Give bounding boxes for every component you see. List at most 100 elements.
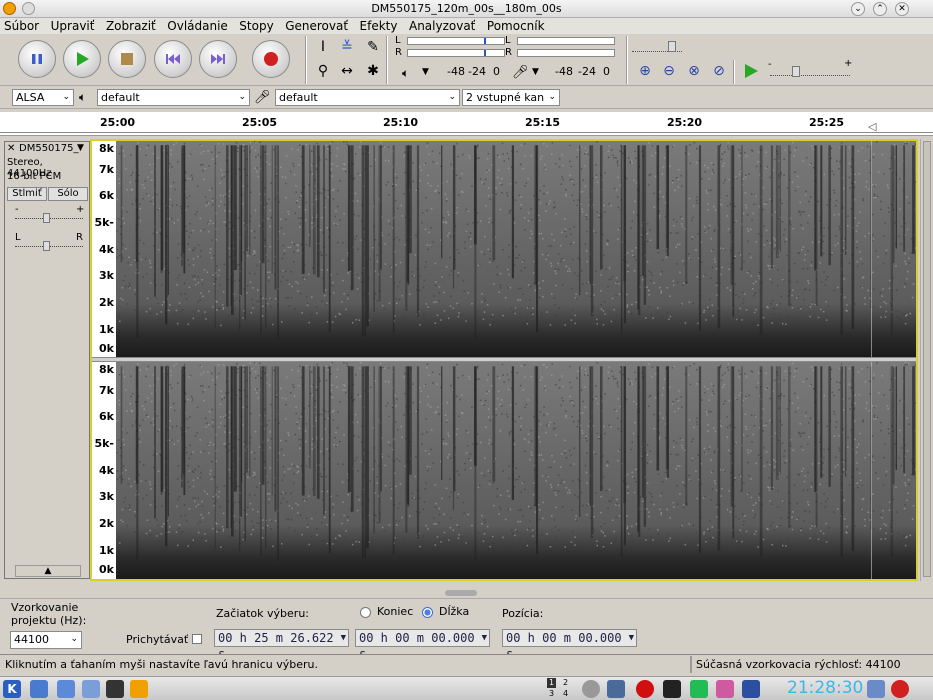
envelope-tool-icon[interactable]: ≚: [336, 37, 358, 57]
record-icon: [253, 41, 289, 77]
terminal-app-icon[interactable]: [30, 680, 48, 698]
mute-button[interactable]: Stlmiť: [7, 187, 47, 201]
spectrogram-axis-top: 8k 7k 6k 5k- 4k 3k 2k 1k 0k: [92, 141, 116, 357]
input-channels-select[interactable]: 2 vstupné kan ⌄: [462, 89, 560, 106]
timeshift-tool-icon[interactable]: ↔: [336, 61, 358, 81]
settings-gear-icon[interactable]: [582, 680, 600, 698]
lock-screen-icon[interactable]: [867, 680, 885, 698]
menu-tracks[interactable]: Stopy: [235, 18, 277, 34]
taskbar: K 1 2 3 4 21:28:30: [0, 676, 933, 700]
zoom-tool-icon[interactable]: ⚲: [312, 61, 334, 81]
ruler-tick: 25:20: [667, 116, 703, 129]
clock[interactable]: 21:28:30: [787, 678, 863, 698]
title-bar: DM550175_120m_00s__180m_00s ⌄ ⌃ ✕: [0, 0, 933, 18]
menu-transport[interactable]: Ovládanie: [163, 18, 232, 34]
timeline-ruler[interactable]: 25:00 25:05 25:10 25:15 25:20 25:25 ◁: [0, 112, 933, 136]
graphics-icon[interactable]: [716, 680, 734, 698]
zoom-in-icon[interactable]: ⊕: [634, 61, 656, 81]
skip-start-button[interactable]: [154, 40, 192, 78]
playback-scale-2: -24: [468, 65, 486, 78]
record-button[interactable]: [252, 40, 290, 78]
speaker-icon[interactable]: 🔈︎: [402, 66, 409, 81]
menu-effects[interactable]: Efekty: [356, 18, 402, 34]
console-icon-2[interactable]: [663, 680, 681, 698]
record-scale-2: -24: [578, 65, 596, 78]
draw-tool-icon[interactable]: ✎: [362, 37, 384, 57]
file-manager-icon[interactable]: [57, 680, 75, 698]
end-radio-label: Koniec: [377, 605, 414, 618]
chevron-down-icon[interactable]: ▼: [422, 67, 429, 77]
chevron-down-icon[interactable]: ▼: [532, 67, 539, 77]
horizontal-scroll-grip[interactable]: [445, 590, 477, 596]
track-control-panel: ✕ DM550175_ ▼ Stereo, 44100Hz 16-bit PCM…: [4, 141, 90, 579]
menu-edit[interactable]: Upraviť: [47, 18, 99, 34]
network-icon[interactable]: [607, 680, 625, 698]
length-radio[interactable]: [422, 607, 433, 618]
device-toolbar: ALSA ⌄ 🔈︎ default ⌄ 🎤︎ default ⌄ 2 vstupné …: [0, 87, 933, 109]
spectrogram-channel-right[interactable]: [116, 362, 916, 579]
close-icon[interactable]: ✕: [895, 2, 909, 16]
speaker-icon: 🔈︎: [79, 90, 87, 104]
spectrogram-channel-left[interactable]: [116, 141, 916, 357]
selection-start-field[interactable]: 00 h 25 m 26.622 s▼: [214, 629, 349, 661]
pause-button[interactable]: [18, 40, 56, 78]
notes-icon[interactable]: [82, 680, 100, 698]
selection-tool-icon[interactable]: I: [312, 37, 334, 57]
vertical-scrollbar[interactable]: [920, 139, 932, 581]
console-icon[interactable]: [106, 680, 124, 698]
output-device-select[interactable]: default ⌄: [97, 89, 250, 106]
audio-host-select[interactable]: ALSA ⌄: [12, 89, 74, 106]
selection-start-label: Začiatok výberu:: [216, 607, 310, 620]
display-icon[interactable]: [742, 680, 760, 698]
play-button[interactable]: [63, 40, 101, 78]
spectrogram-view[interactable]: 8k 7k 6k 5k- 4k 3k 2k 1k 0k 8k 7k 6k 5k-…: [90, 139, 918, 581]
menu-view[interactable]: Zobraziť: [102, 18, 160, 34]
selection-length-field[interactable]: 00 h 00 m 00.000 s▼: [355, 629, 490, 661]
input-device-select[interactable]: default ⌄: [275, 89, 460, 106]
kde-menu-icon[interactable]: K: [3, 680, 21, 698]
play-icon: [64, 41, 100, 77]
record-meter[interactable]: L R: [505, 35, 617, 65]
pan-slider[interactable]: [15, 241, 83, 251]
audio-position-field[interactable]: 00 h 00 m 00.000 s▼: [502, 629, 637, 661]
gain-slider[interactable]: [15, 213, 83, 223]
logout-icon[interactable]: [891, 680, 909, 698]
menu-help[interactable]: Pomocník: [483, 18, 549, 34]
playback-meter[interactable]: L R: [395, 35, 505, 65]
play-at-speed-icon[interactable]: [743, 63, 759, 82]
microphone-icon[interactable]: 🎤︎: [512, 65, 529, 80]
end-radio[interactable]: [360, 607, 371, 618]
playback-volume-slider[interactable]: [632, 41, 682, 52]
skip-end-button[interactable]: [199, 40, 237, 78]
menu-file[interactable]: Súbor: [0, 18, 43, 34]
audacity-task-icon[interactable]: [130, 680, 148, 698]
stop-button[interactable]: [108, 40, 146, 78]
fit-selection-icon[interactable]: ⊗: [683, 61, 705, 81]
close-track-icon[interactable]: ✕: [7, 143, 15, 154]
ruler-tick: 25:05: [242, 116, 278, 129]
minimize-icon[interactable]: ⌄: [851, 2, 865, 16]
opera-icon[interactable]: [636, 680, 654, 698]
solo-button[interactable]: Sólo: [48, 187, 88, 201]
snap-checkbox[interactable]: [192, 634, 202, 644]
fit-project-icon[interactable]: ⊘: [708, 61, 730, 81]
desktop-pager[interactable]: 1 2 3 4: [545, 678, 573, 700]
status-bar: Kliknutím a ťahaním myši nastavíte ľavú …: [0, 654, 933, 674]
collapse-track-button[interactable]: ▲: [15, 565, 81, 577]
ruler-tick: 25:25: [809, 116, 845, 129]
zoom-out-icon[interactable]: ⊖: [658, 61, 680, 81]
audio-tray-icon[interactable]: [690, 680, 708, 698]
menu-generate[interactable]: Generovať: [281, 18, 352, 34]
chevron-down-icon: ⌄: [70, 634, 78, 644]
chevron-down-icon[interactable]: ▼: [77, 143, 84, 153]
ruler-tick: 25:15: [525, 116, 561, 129]
project-rate-select[interactable]: 44100 ⌄: [10, 631, 82, 649]
play-speed-slider[interactable]: - +: [768, 58, 852, 77]
maximize-icon[interactable]: ⌃: [873, 2, 887, 16]
menu-bar: Súbor Upraviť Zobraziť Ovládanie Stopy G…: [0, 18, 933, 34]
snap-label: Prichytávať: [126, 633, 189, 646]
track-name[interactable]: DM550175_: [19, 143, 79, 154]
menu-analyze[interactable]: Analyzovať: [405, 18, 479, 34]
multi-tool-icon[interactable]: ✱: [362, 61, 384, 81]
project-rate-label-2: projektu (Hz):: [11, 614, 87, 627]
